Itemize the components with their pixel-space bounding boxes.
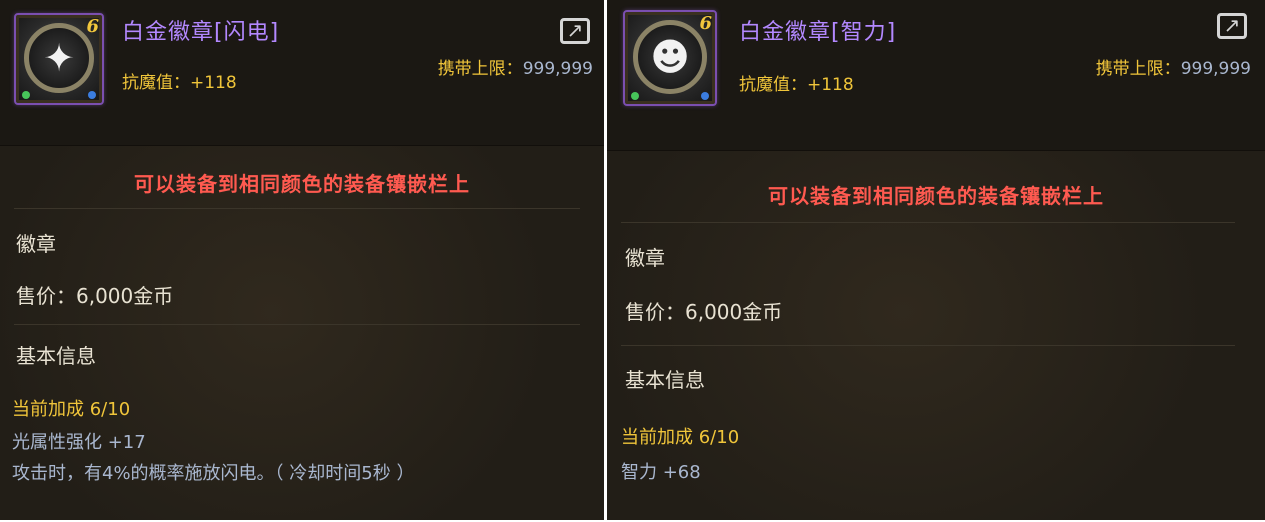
sell-price: 售价：6,000金币 [16, 284, 174, 308]
item-name: 白金徽章[智力] [739, 20, 897, 45]
current-bonus: 当前加成 6/10 [621, 423, 739, 449]
green-gem-icon [631, 92, 639, 100]
item-level-badge: 6 [86, 16, 99, 37]
item-icon-frame: ✦ 6 [14, 13, 104, 105]
item-tooltip-card: ✦ 6 白金徽章[闪电] 抗魔值：+118 ↗ 携带上限：999,999 可以装… [0, 0, 604, 520]
carry-limit-label: 携带上限： [1095, 59, 1181, 79]
section-title-basic-info: 基本信息 [625, 368, 705, 392]
carry-limit: 携带上限：999,999 [438, 54, 593, 79]
carry-limit-value: 999,999 [522, 59, 593, 79]
share-icon[interactable]: ↗ [560, 18, 590, 44]
carry-limit-label: 携带上限： [437, 59, 523, 79]
item-type: 徽章 [625, 246, 665, 270]
current-bonus-label: 当前加成 [12, 399, 90, 420]
lightning-star-badge-icon: ✦ [24, 23, 94, 93]
item-type: 徽章 [16, 232, 56, 256]
intelligence-bulb-badge-icon: ☻ [633, 20, 707, 94]
blue-gem-icon [88, 91, 96, 99]
divider [621, 345, 1235, 346]
tooltip-header: ✦ 6 白金徽章[闪电] 抗魔值：+118 ↗ 携带上限：999,999 [0, 0, 604, 146]
item-level-badge: 6 [699, 13, 712, 34]
stat-line: 智力 +68 [621, 462, 701, 483]
sell-price: 售价：6,000金币 [625, 300, 783, 324]
stat-line: 攻击时，有4%的概率施放闪电。（ 冷却时间5秒 ） [12, 463, 415, 484]
blue-gem-icon [701, 92, 709, 100]
current-bonus-value: 6/10 [698, 427, 740, 448]
stat-line: 光属性强化 +17 [12, 432, 146, 453]
carry-limit-value: 999,999 [1180, 59, 1251, 79]
current-bonus-label: 当前加成 [621, 427, 699, 448]
current-bonus: 当前加成 6/10 [12, 395, 130, 421]
equip-notice: 可以装备到相同颜色的装备镶嵌栏上 [134, 172, 470, 196]
item-icon-frame: ☻ 6 [623, 10, 717, 106]
item-tooltip-card: ☻ 6 白金徽章[智力] 抗魔值：+118 ↗ 携带上限：999,999 可以装… [607, 0, 1265, 520]
divider [621, 222, 1235, 223]
magic-resist-value: 抗魔值：+118 [122, 73, 237, 93]
tooltip-header: ☻ 6 白金徽章[智力] 抗魔值：+118 ↗ 携带上限：999,999 [607, 0, 1265, 151]
carry-limit: 携带上限：999,999 [1096, 54, 1251, 79]
divider [14, 208, 580, 209]
section-title-basic-info: 基本信息 [16, 344, 96, 368]
current-bonus-value: 6/10 [89, 399, 131, 420]
equip-notice: 可以装备到相同颜色的装备镶嵌栏上 [768, 184, 1104, 208]
green-gem-icon [22, 91, 30, 99]
magic-resist-value: 抗魔值：+118 [739, 75, 854, 95]
share-icon[interactable]: ↗ [1217, 13, 1247, 39]
divider [14, 324, 580, 325]
item-name: 白金徽章[闪电] [122, 20, 280, 45]
